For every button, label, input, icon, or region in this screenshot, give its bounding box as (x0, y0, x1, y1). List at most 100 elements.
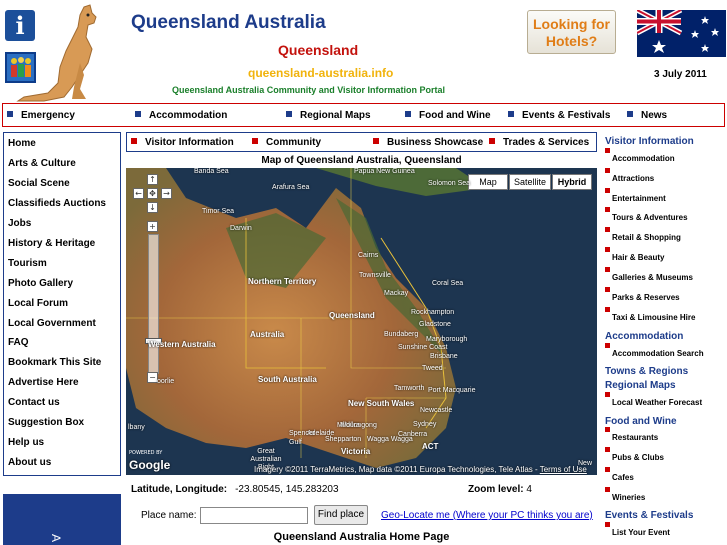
bullet-icon (373, 138, 379, 144)
rightnav-wineries[interactable]: Wineries (604, 487, 645, 502)
zoom-level-value: 4 (526, 484, 532, 495)
rightnav-list-event[interactable]: List Your Event (605, 522, 670, 537)
map-label: Tamworth (394, 385, 425, 392)
leftnav-social-scene[interactable]: Social Scene (8, 178, 70, 189)
map-label: Mackay (384, 290, 409, 297)
subnav-community[interactable]: Community (252, 137, 321, 148)
rightnav-parks[interactable]: Parks & Reserves (605, 287, 680, 302)
map-label: Shepparton (325, 436, 362, 443)
map-label: oorlie (157, 378, 175, 385)
zoom-in-button[interactable]: + (147, 221, 158, 232)
rightnav-entertainment[interactable]: Entertainment (605, 188, 666, 203)
leftnav-bookmark[interactable]: Bookmark This Site (8, 357, 101, 368)
topnav-accommodation[interactable]: Accommodation (135, 110, 227, 121)
leftnav-home[interactable]: Home (8, 138, 36, 149)
topnav-news[interactable]: News (627, 110, 667, 121)
map-label: New South Wales (348, 399, 415, 408)
map-type-map-button[interactable]: Map (468, 174, 508, 190)
zoom-slider-track[interactable] (148, 234, 159, 374)
powered-by-text: POWERED BY (129, 450, 163, 456)
leftnav-tourism[interactable]: Tourism (8, 258, 47, 269)
topnav-events-festivals[interactable]: Events & Festivals (508, 110, 610, 121)
hotels-line2: Hotels? (545, 33, 598, 49)
rightnav-galleries[interactable]: Galleries & Museums (605, 267, 693, 282)
map-label: Coral Sea (432, 280, 464, 287)
rightnav-attractions[interactable]: Attractions (604, 168, 654, 183)
hotels-banner-button[interactable]: Looking for Hotels? (527, 10, 616, 54)
subnav-trades-services[interactable]: Trades & Services (489, 137, 589, 148)
lat-long-value: -23.80545, 145.283203 (235, 484, 339, 495)
leftnav-jobs[interactable]: Jobs (8, 218, 31, 229)
lat-long-readout: Latitude, Longitude: -23.80545, 145.28320… (131, 484, 339, 495)
subnav-visitor-information[interactable]: Visitor Information (131, 137, 234, 148)
map-label: Gladstone (419, 321, 451, 328)
australian-flag-icon (637, 10, 726, 57)
leftnav-help[interactable]: Help us (8, 437, 44, 448)
pan-right-icon[interactable]: → (161, 188, 172, 199)
site-tagline: Queensland Australia Community and Visit… (172, 85, 446, 95)
rightnav-events-heading[interactable]: Events & Festivals (605, 510, 693, 521)
left-ad-text: A (49, 534, 63, 543)
topnav-food-and-wine[interactable]: Food and Wine (405, 110, 491, 121)
pan-left-icon[interactable]: ← (133, 188, 144, 199)
left-ad-banner[interactable]: A (3, 494, 121, 545)
top-navigation: Emergency Accommodation Regional Maps Fo… (2, 103, 725, 127)
bullet-icon (489, 138, 495, 144)
zoom-level-label: Zoom level: (468, 484, 524, 495)
current-date: 3 July 2011 (654, 69, 707, 80)
leftnav-advertise[interactable]: Advertise Here (8, 377, 79, 388)
terms-of-use-link[interactable]: Terms of Use (540, 465, 587, 474)
google-map[interactable]: Map Satellite Hybrid ↑ ← ✥ → ↓ + − Banda… (126, 168, 597, 475)
place-name-input[interactable] (200, 507, 308, 524)
rightnav-hair-beauty[interactable]: Hair & Beauty (604, 247, 664, 262)
map-copyright: Imagery ©2011 TerraMetrics, Map data ©20… (254, 465, 587, 474)
map-label: Banda Sea (194, 168, 229, 175)
geo-locate-link[interactable]: Geo-Locate me (Where your PC thinks you … (381, 510, 593, 521)
map-label: Solomon Sea (428, 180, 471, 187)
rightnav-retail[interactable]: Retail & Shopping (605, 227, 681, 242)
rightnav-maps-heading[interactable]: Regional Maps (605, 380, 676, 391)
rightnav-towns-heading[interactable]: Towns & Regions (605, 366, 688, 377)
leftnav-arts-culture[interactable]: Arts & Culture (8, 158, 76, 169)
leftnav-contact[interactable]: Contact us (8, 397, 60, 408)
site-domain: queensland-australia.info (248, 66, 394, 80)
find-place-button[interactable]: Find place (314, 505, 368, 525)
map-label: Rockhampton (411, 309, 455, 316)
leftnav-photo-gallery[interactable]: Photo Gallery (8, 278, 73, 289)
bullet-icon (131, 138, 137, 144)
leftnav-faq[interactable]: FAQ (8, 337, 29, 348)
rightnav-accommodation-heading[interactable]: Accommodation (605, 331, 683, 342)
topnav-emergency[interactable]: Emergency (7, 110, 75, 121)
site-title[interactable]: Queensland Australia (131, 12, 326, 34)
leftnav-local-forum[interactable]: Local Forum (8, 298, 68, 309)
home-page-link[interactable]: Queensland Australia Home Page (126, 531, 597, 543)
map-type-hybrid-button[interactable]: Hybrid (552, 174, 592, 190)
rightnav-weather[interactable]: Local Weather Forecast (604, 392, 702, 407)
map-label: Townsville (359, 272, 391, 279)
leftnav-suggestion-box[interactable]: Suggestion Box (8, 417, 84, 428)
rightnav-taxi[interactable]: Taxi & Limousine Hire (604, 307, 695, 322)
pan-center-icon[interactable]: ✥ (147, 188, 158, 199)
rightnav-tours[interactable]: Tours & Adventures (605, 207, 688, 222)
pan-up-icon[interactable]: ↑ (147, 174, 158, 185)
rightnav-cafes[interactable]: Cafes (605, 467, 634, 482)
leftnav-about[interactable]: About us (8, 457, 51, 468)
place-name-label: Place name: (141, 510, 197, 521)
hotels-line1: Looking for (533, 16, 610, 32)
topnav-regional-maps[interactable]: Regional Maps (286, 110, 371, 121)
leftnav-history-heritage[interactable]: History & Heritage (8, 238, 95, 249)
pan-down-icon[interactable]: ↓ (147, 202, 158, 213)
google-logo[interactable]: Google (129, 458, 170, 472)
leftnav-classifieds-auctions[interactable]: Classifieds Auctions (8, 198, 106, 209)
rightnav-accommodation[interactable]: Accommodation (605, 148, 675, 163)
leftnav-local-government[interactable]: Local Government (8, 318, 96, 329)
map-label: Papua New Guinea (354, 168, 415, 175)
map-label: Bundaberg (384, 331, 419, 338)
rightnav-visitor-heading[interactable]: Visitor Information (605, 136, 694, 147)
rightnav-accommodation-search[interactable]: Accommodation Search (605, 343, 704, 358)
subnav-business-showcase[interactable]: Business Showcase (373, 137, 483, 148)
rightnav-restaurants[interactable]: Restaurants (604, 427, 658, 442)
rightnav-pubs-clubs[interactable]: Pubs & Clubs (604, 447, 664, 462)
map-type-satellite-button[interactable]: Satellite (509, 174, 551, 190)
rightnav-food-heading[interactable]: Food and Wine (605, 416, 677, 427)
